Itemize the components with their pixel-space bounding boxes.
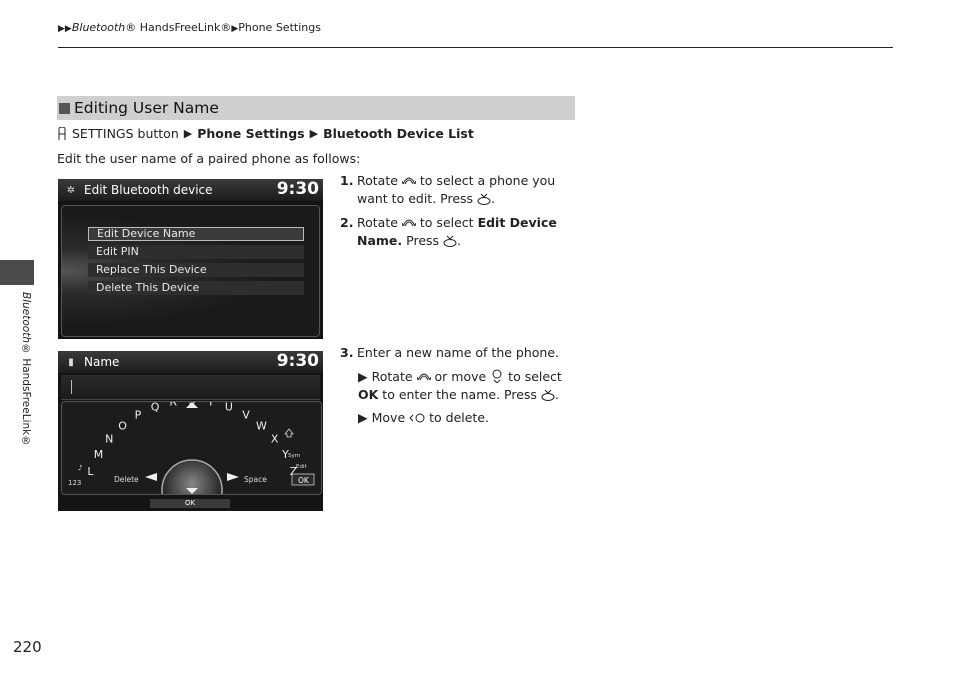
key-letter-o[interactable]: O — [118, 419, 127, 432]
breadcrumb: ▶▶Bluetooth® HandsFreeLink®▶Phone Settin… — [58, 21, 321, 34]
step-number: 1. — [340, 173, 354, 188]
substep-1: ▶ Rotate or move to select OK to enter t… — [358, 368, 583, 404]
step-number: 3. — [340, 345, 354, 360]
step-text: to select — [419, 215, 474, 230]
menu-item-replace-device[interactable]: Replace This Device — [88, 263, 304, 277]
intro-text: Edit the user name of a paired phone as … — [57, 151, 361, 166]
substep-text: or move — [434, 369, 487, 384]
chapter-label-italic: Bluetooth — [20, 292, 32, 343]
breadcrumb-item-bluetooth: Bluetooth — [71, 21, 126, 34]
left-arrow-icon — [145, 473, 157, 481]
step-number: 2. — [340, 215, 354, 230]
menu-path: SETTINGS button ▶ Phone Settings ▶ Bluet… — [57, 126, 474, 141]
key-letter-w[interactable]: W — [256, 419, 267, 432]
move-left-knob-icon — [409, 413, 425, 423]
step-text: Rotate — [357, 173, 398, 188]
screen-header: ▮ Name 9:30 — [58, 351, 323, 373]
substep-arrow-icon: ▶ — [358, 369, 368, 384]
rotate-knob-icon — [416, 373, 431, 381]
key-letter-q[interactable]: Q — [151, 402, 160, 414]
screen-name-entry: ▮ Name 9:30 LMNOPQRSTUVWXYZ 123 Delete S… — [58, 351, 323, 511]
substep-text: to select — [508, 369, 562, 384]
substep-bold: OK — [358, 387, 379, 402]
press-knob-icon — [477, 193, 491, 205]
key-letter-p[interactable]: P — [135, 409, 142, 422]
header-rule — [58, 47, 893, 48]
breadcrumb-item-phone-settings: Phone Settings — [238, 21, 321, 34]
page-number: 220 — [13, 638, 42, 656]
key-space[interactable]: Space — [244, 475, 267, 484]
key-edit[interactable]: Edit — [296, 464, 307, 470]
clock: 9:30 — [276, 351, 319, 371]
screen-title: Edit Bluetooth device — [84, 183, 213, 197]
key-letter-m[interactable]: M — [94, 448, 104, 461]
step-2: 2. Rotate to select Edit Device Name. Pr… — [340, 214, 575, 250]
letter-wheel: LMNOPQRSTUVWXYZ 123 Delete Space Sym Edi… — [68, 402, 315, 494]
key-letter-t[interactable]: T — [206, 402, 214, 409]
home-button-icon — [58, 126, 66, 140]
key-symbols[interactable]: Sym — [288, 453, 300, 459]
ok-bar[interactable]: OK — [150, 499, 230, 508]
keyboard-panel: LMNOPQRSTUVWXYZ 123 Delete Space Sym Edi… — [61, 401, 322, 495]
step-1: 1. Rotate to select a phone you want to … — [340, 172, 575, 208]
path-settings-button: SETTINGS button — [72, 126, 179, 141]
ok-button[interactable]: OK — [298, 476, 310, 485]
key-letter-u[interactable]: U — [225, 402, 233, 414]
key-numbers[interactable]: 123 — [68, 479, 81, 487]
rotate-knob-icon — [401, 219, 416, 227]
press-knob-icon — [541, 389, 555, 401]
shift-icon[interactable] — [284, 428, 294, 438]
key-letter-r[interactable]: R — [169, 402, 177, 409]
press-knob-icon — [443, 235, 457, 247]
screen-title: Name — [84, 355, 120, 369]
path-bluetooth-device-list: Bluetooth Device List — [323, 126, 474, 141]
menu-panel: Edit Device Name Edit PIN Replace This D… — [61, 205, 320, 337]
menu-item-delete-device[interactable]: Delete This Device — [88, 281, 304, 295]
breadcrumb-arrow-icon: ▶▶ — [58, 24, 72, 34]
step-text: Press — [406, 233, 440, 248]
key-letter-l[interactable]: L — [87, 465, 94, 478]
key-letter-x[interactable]: X — [271, 433, 279, 446]
key-letter-v[interactable]: V — [242, 409, 250, 422]
step-3: 3. Enter a new name of the phone. — [340, 344, 580, 362]
step-text: . — [491, 191, 496, 206]
menu-item-edit-device-name[interactable]: Edit Device Name — [88, 227, 304, 241]
move-down-knob-icon — [492, 369, 502, 383]
menu-item-edit-pin[interactable]: Edit PIN — [88, 245, 304, 259]
text-cursor — [71, 380, 72, 394]
substep-arrow-icon: ▶ — [358, 410, 368, 425]
step-text: Enter a new name of the phone. — [357, 345, 559, 360]
path-arrow-icon: ▶ — [309, 127, 319, 140]
section-title: Editing User Name — [74, 99, 219, 117]
screen-header: ✲ Edit Bluetooth device 9:30 — [58, 179, 323, 201]
substep-2: ▶ Move to delete. — [358, 409, 583, 427]
step-text: . — [457, 233, 462, 248]
chapter-label: Bluetooth® HandsFreeLink® — [20, 292, 32, 447]
music-note-icon: ♪ — [78, 464, 82, 472]
chapter-tab — [0, 260, 34, 285]
substep-text: Rotate — [371, 369, 413, 384]
substep-text: to delete. — [429, 410, 489, 425]
substep-text: . — [554, 387, 559, 402]
screen-edit-bluetooth-device: ✲ Edit Bluetooth device 9:30 Edit Device… — [58, 179, 323, 339]
name-input[interactable] — [61, 375, 320, 400]
phone-icon: ▮ — [68, 356, 74, 368]
breadcrumb-item-handsfreelink: ® HandsFreeLink® — [125, 21, 232, 34]
clock: 9:30 — [276, 179, 319, 199]
key-delete[interactable]: Delete — [114, 475, 139, 484]
chapter-label-rest: ® HandsFreeLink® — [20, 342, 32, 448]
substep-text: to enter the name. Press — [382, 387, 537, 402]
rotate-knob-icon — [401, 177, 416, 185]
section-square-icon — [59, 102, 70, 114]
right-arrow-icon — [227, 473, 239, 481]
path-phone-settings: Phone Settings — [197, 126, 305, 141]
gear-icon: ✲ — [66, 184, 76, 196]
section-header: Editing User Name — [57, 96, 575, 120]
key-letter-s[interactable]: S — [189, 402, 196, 407]
path-arrow-icon: ▶ — [183, 127, 193, 140]
key-letter-n[interactable]: N — [105, 433, 113, 446]
substep-text: Move — [371, 410, 406, 425]
step-text: Rotate — [357, 215, 398, 230]
